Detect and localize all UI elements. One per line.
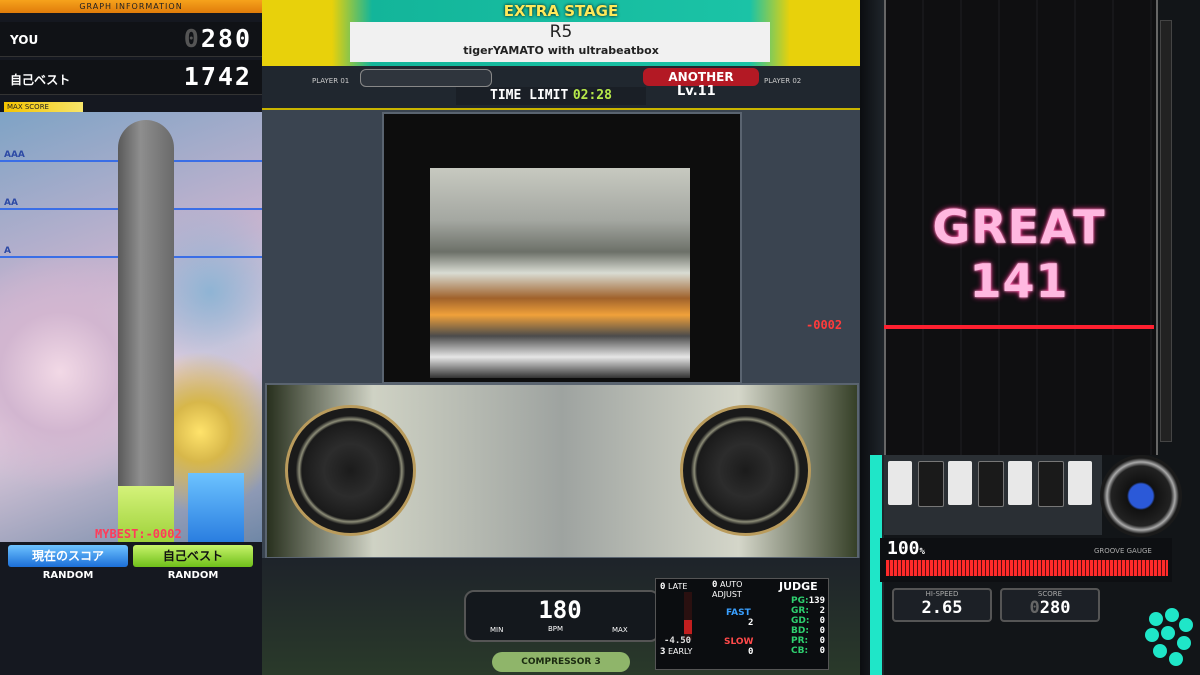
fast-label: FAST [726,608,751,618]
hispeed-value: 2.65 [921,598,963,618]
bpm-max-label: MAX [612,626,628,634]
late-indicator: 0 LATE [660,582,688,592]
lane-cover-slider [1160,20,1172,442]
mybest-diff: MYBEST:-0002 [95,527,182,541]
key-1 [888,461,912,505]
judge-label: GR: [791,606,809,616]
player2-label: PLAYER 02 [764,77,802,85]
effect-label: COMPRESSOR 3 [492,652,630,672]
song-artist: tigerYAMATO with ultrabeatbox [463,44,659,57]
judge-row: PR: 0 [791,636,825,646]
judge-row: CB: 0 [791,646,825,656]
grade-label-aaa: AAA [4,150,25,160]
turntable-left [285,405,416,536]
fast-count: 2 [748,618,754,628]
option-right: RANDOM [167,570,219,581]
you-score-row: YOU 0280 [0,22,262,57]
level-label: Lv.11 [677,84,716,99]
judge-value: 0 [819,626,825,636]
graph-header: GRAPH INFORMATION [0,0,262,13]
judge-title: JUDGE [779,580,818,593]
you-score: 0280 [183,24,252,53]
grade-label-a: A [4,246,11,256]
slow-label: SLOW [724,637,754,647]
stage-title: EXTRA STAGE [503,2,619,20]
key-4 [978,461,1004,507]
judge-value: 0 [819,636,825,646]
judge-label: PG: [791,596,809,606]
score-tube [118,120,174,542]
player1-label: PLAYER 01 [312,77,350,85]
hispeed-label: HI-SPEED [925,590,959,598]
auto-adjust-indicator: 0 AUTO ADJUST [712,580,743,599]
judge-row: PG: 139 [791,596,825,606]
judge-label: GD: [791,616,810,626]
judge-value: 2 [819,606,825,616]
score-label: SCORE [1037,590,1063,598]
player1-slot [360,69,492,87]
turntable-right [680,405,811,536]
judge-row: GR: 2 [791,606,825,616]
groove-gauge [886,560,1168,576]
gauge-label: GROOVE GAUGE [1094,547,1152,555]
max-score-label: MAX SCORE [4,102,83,112]
game-logo-icon [1145,608,1193,666]
best-label: 自己ベスト [10,73,71,87]
judge-label: PR: [791,636,809,646]
personal-best-button[interactable]: 自己ベスト [133,545,253,567]
key-2 [918,461,944,507]
gauge-value: 100% [887,538,925,559]
judge-row: BD: 0 [791,626,825,636]
best-score-bar [188,473,244,542]
grade-label-aa: AA [4,198,18,208]
best-score: 1742 [183,62,252,91]
judge-line [884,325,1154,329]
score-value: 0280 [1029,598,1071,618]
judgement-display: GREAT 141 [932,200,1106,308]
slow-count: 0 [748,647,754,657]
judge-value: 0 [819,616,825,626]
early-indicator: 3 EARLY [660,647,693,657]
key-6 [1038,461,1064,507]
judge-label: CB: [791,646,809,656]
scratch-icon [1100,455,1182,537]
bpm-value: 180 [538,596,582,624]
current-score-button[interactable]: 現在のスコア [8,545,128,567]
key-7 [1068,461,1092,505]
hispeed-box: HI-SPEED 2.65 [892,588,992,622]
option-left: RANDOM [42,570,94,581]
judge-value: 0 [819,646,825,656]
score-box: SCORE 0280 [1000,588,1100,622]
bga-frame [430,168,690,378]
best-score-row: 自己ベスト 1742 [0,60,262,95]
key-5 [1008,461,1032,505]
judge-value: 139 [808,596,825,606]
key-3 [948,461,972,505]
judge-row: GD: 0 [791,616,825,626]
timing-diff: -0002 [806,318,843,332]
timing-meter-fill [684,620,692,634]
bpm-label: BPM [548,625,564,633]
song-title: R5 [549,22,573,42]
you-label: YOU [10,33,39,47]
timing-offset: -4.50 [664,636,692,646]
time-limit: TIME LIMIT 02:28 [456,87,646,105]
judge-label: BD: [791,626,809,636]
bpm-min-label: MIN [490,626,504,634]
